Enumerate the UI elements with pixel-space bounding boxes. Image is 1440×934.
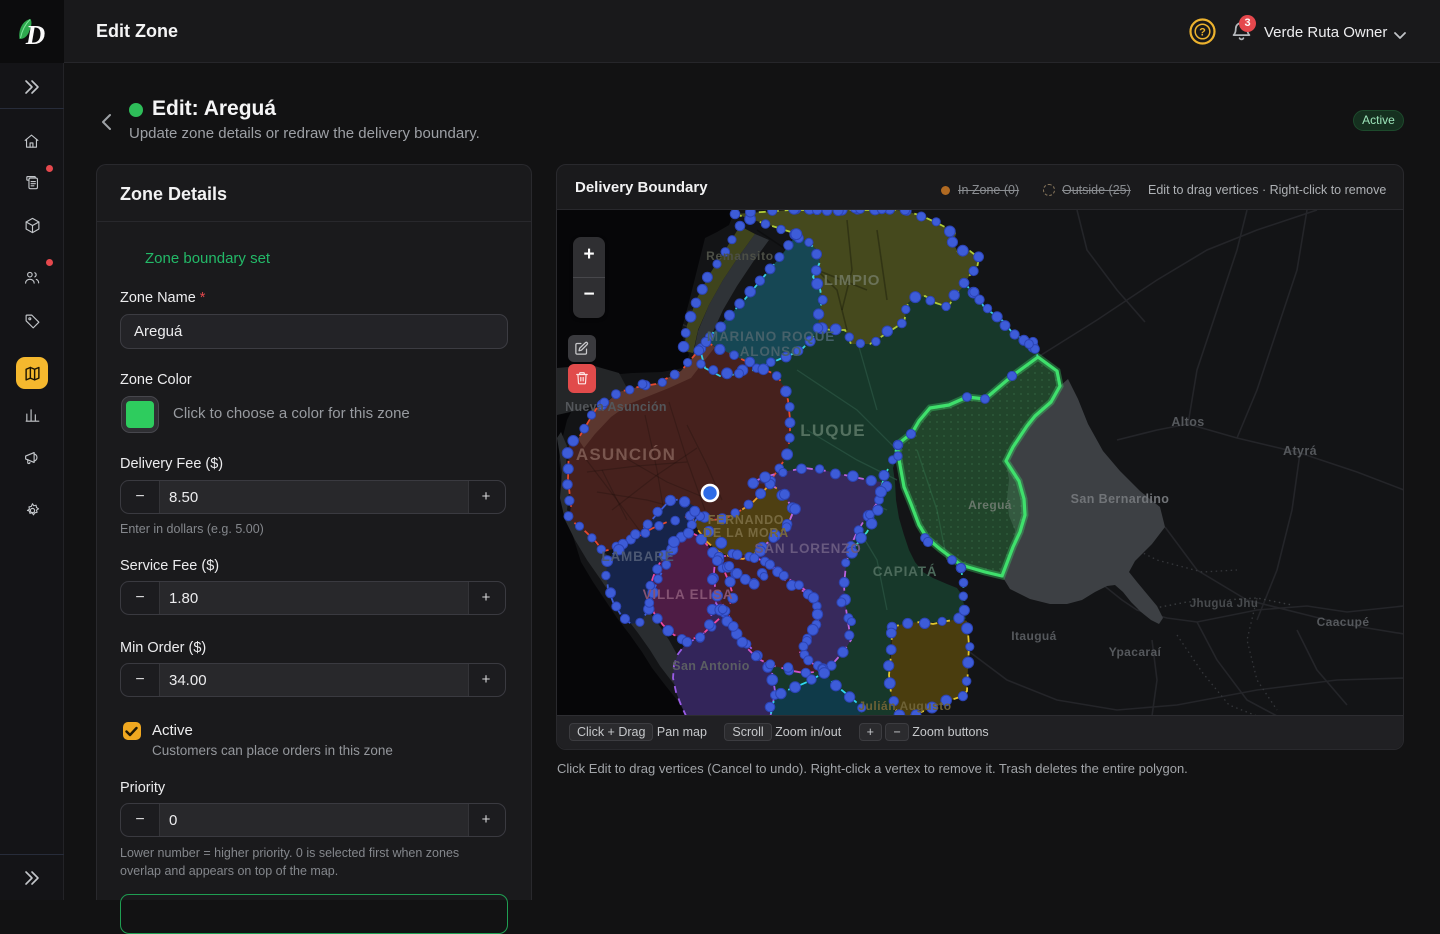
svg-text:Areguá: Areguá [968, 498, 1012, 512]
svg-text:Caacupé: Caacupé [1317, 615, 1370, 629]
svg-text:LAMBARÉ: LAMBARÉ [601, 549, 674, 564]
svg-text:D: D [25, 20, 46, 49]
svg-text:ASUNCIÓN: ASUNCIÓN [576, 445, 676, 464]
svg-text:SAN LORENZO: SAN LORENZO [754, 541, 861, 556]
svg-text:Jhugua Jhu: Jhugua Jhu [1190, 598, 1259, 610]
svg-text:VILLA ELISA: VILLA ELISA [643, 587, 734, 602]
svg-text:Ypacaraí: Ypacaraí [1109, 645, 1162, 659]
svg-text:?: ? [1199, 27, 1206, 39]
svg-text:ALONSO: ALONSO [740, 344, 803, 359]
svg-text:MARIANO ROQUE: MARIANO ROQUE [707, 329, 835, 344]
svg-text:Julián Augusto: Julián Augusto [858, 699, 951, 713]
svg-text:Nueva Asunción: Nueva Asunción [565, 400, 667, 414]
svg-text:LIMPIO: LIMPIO [824, 272, 880, 289]
svg-text:San Antonio: San Antonio [672, 659, 750, 673]
svg-text:Itauguá: Itauguá [1011, 629, 1056, 643]
svg-text:San Bernardino: San Bernardino [1071, 492, 1170, 506]
svg-text:CAPIATÁ: CAPIATÁ [873, 564, 938, 579]
svg-text:LUQUE: LUQUE [800, 421, 866, 440]
svg-text:Remansito: Remansito [706, 249, 774, 263]
svg-text:DE LA MORA: DE LA MORA [703, 526, 789, 540]
svg-text:FERNANDO: FERNANDO [708, 513, 784, 527]
svg-text:Atyrá: Atyrá [1283, 444, 1317, 458]
svg-text:Altos: Altos [1171, 415, 1204, 429]
